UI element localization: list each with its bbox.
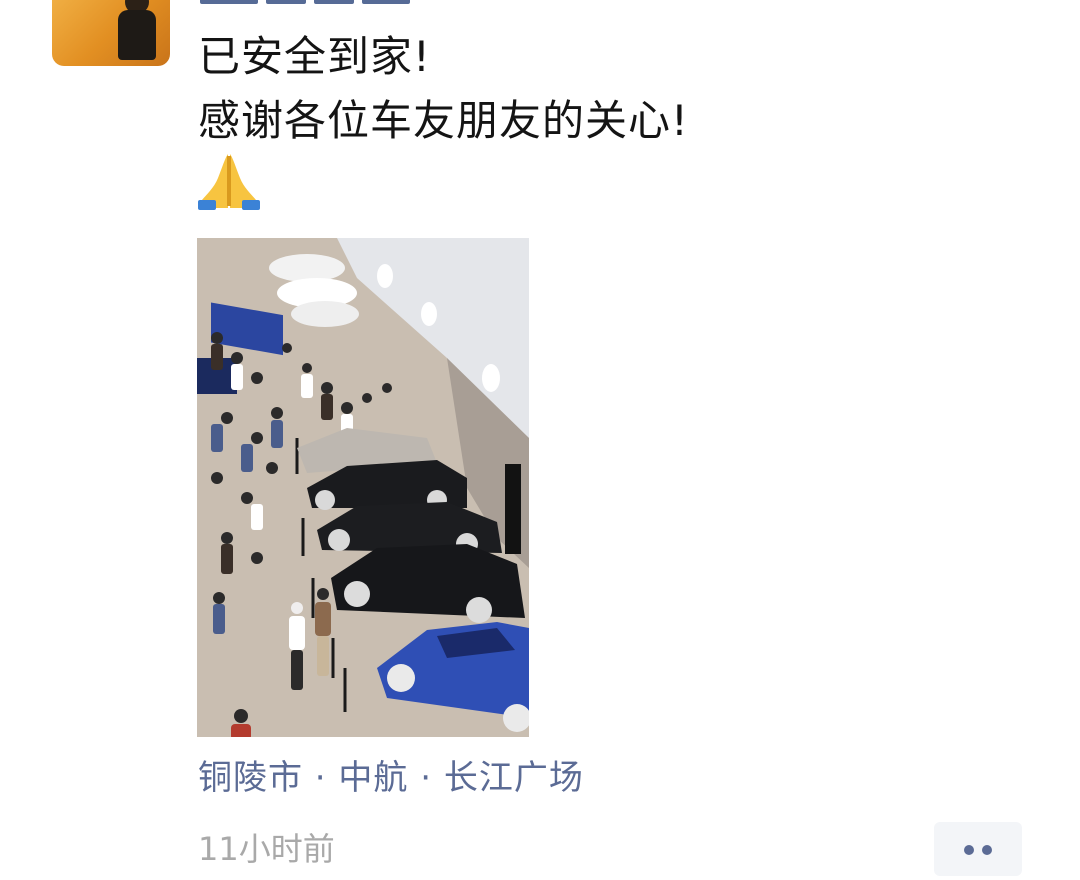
folded-hands-icon bbox=[198, 154, 260, 210]
post-timestamp: 11小时前 bbox=[198, 830, 335, 868]
dot-icon bbox=[964, 845, 974, 855]
dot-icon bbox=[982, 845, 992, 855]
more-actions-button[interactable] bbox=[934, 822, 1022, 876]
post-location-link[interactable]: 铜陵市 · 中航 · 长江广场 bbox=[198, 755, 584, 801]
post-text-line-2: 感谢各位车友朋友的关心! bbox=[198, 96, 689, 145]
post-text-line-1: 已安全到家! bbox=[198, 32, 431, 81]
username-cropped[interactable] bbox=[200, 0, 410, 6]
car-show-photo-icon bbox=[197, 238, 529, 737]
post-photo[interactable] bbox=[197, 238, 529, 737]
avatar-figure-body bbox=[118, 10, 156, 60]
user-avatar[interactable] bbox=[52, 0, 170, 66]
